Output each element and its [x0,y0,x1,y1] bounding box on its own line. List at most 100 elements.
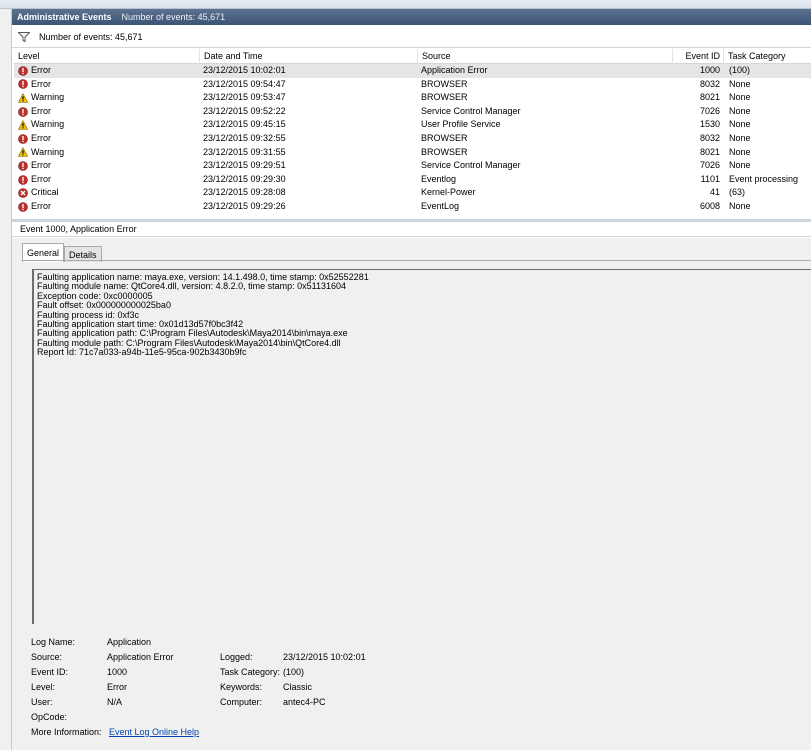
column-header-source[interactable]: Source [418,49,673,64]
view-title: Administrative Events [17,12,112,22]
error-icon [18,79,28,90]
cell-date: 23/12/2015 09:45:15 [203,119,286,130]
cell-task-category: None [729,119,751,130]
cell-event-id: 7026 [699,160,720,171]
cell-event-id: 8032 [699,78,720,89]
cell-source: Service Control Manager [421,105,521,116]
cell-task-category: (63) [729,187,746,198]
event-properties: Log Name: Application Source: Applicatio… [12,636,811,746]
user-label: User: [31,697,53,707]
user-value: N/A [107,697,123,707]
cell-event-id: 7026 [699,105,720,116]
event-description[interactable]: Faulting application name: maya.exe, ver… [32,269,811,624]
cell-source: Eventlog [421,173,457,184]
cell-source: Kernel-Power [421,187,476,198]
column-header-task-category[interactable]: Task Category [724,49,811,64]
cell-task-category: None [729,132,751,143]
column-header-level[interactable]: Level [14,49,200,64]
top-strip [0,0,811,9]
view-title-bar: Administrative Events Number of events: … [12,9,811,25]
level-text: Error [31,65,51,75]
cell-source: BROWSER [421,92,468,103]
error-icon [18,174,28,185]
column-header-event-id[interactable]: Event ID [673,49,724,64]
error-icon [18,133,28,144]
level-text: Critical [31,187,59,198]
cell-source: EventLog [421,200,460,211]
cell-date: 23/12/2015 09:32:55 [203,132,286,143]
log-name-label: Log Name: [31,637,76,647]
warning-icon [17,147,29,157]
table-row[interactable]: Warning 23/12/2015 09:31:55 BROWSER 8021 Non… [14,146,811,160]
table-row[interactable]: Warning 23/12/2015 09:45:15 User Profile S… [14,118,811,132]
level-text: Warning [31,146,65,157]
cell-level: Error [18,132,198,146]
opcode-label: OpCode: [31,712,68,722]
level-label: Level: [31,682,56,692]
cell-level: Error [18,159,198,173]
column-header-date[interactable]: Date and Time [200,49,418,64]
cell-level: Error [18,105,198,119]
warning-icon [17,120,29,130]
cell-event-id: 1000 [699,65,720,75]
filter-bar: Number of events: 45,671 [12,27,811,48]
source-value: Application Error [107,652,174,662]
grid-header: Level Date and Time Source Event ID Task… [14,49,811,64]
computer-value: antec4-PC [283,697,326,707]
table-row[interactable]: Error 23/12/2015 09:29:26 EventLog 6008 None [14,200,811,214]
cell-level: Error [18,78,198,92]
cell-level: Error [18,200,198,214]
cell-source: BROWSER [421,78,468,89]
table-row[interactable]: Error 23/12/2015 09:29:51 Service Control … [14,159,811,173]
cell-date: 23/12/2015 09:28:08 [203,187,286,198]
more-info-label: More Information: [31,727,102,737]
task-category-value: (100) [283,667,305,677]
cell-date: 23/12/2015 10:02:01 [203,65,286,75]
table-row[interactable]: Error 23/12/2015 10:02:01 Application Erro… [14,64,811,78]
error-icon [18,201,28,212]
table-row[interactable]: Error 23/12/2015 09:29:30 Eventlog 1101 Even… [14,173,811,187]
cell-event-id: 8021 [699,92,720,103]
filter-icon[interactable] [18,32,30,42]
keywords-label: Keywords: [220,682,263,692]
log-name-value: Application [107,637,152,647]
description-line: Report Id: 71c7a033-a94b-11e5-95ca-902b3… [37,347,247,358]
cell-level: Error [18,173,198,187]
cell-date: 23/12/2015 09:31:55 [203,146,286,157]
cell-level: Warning [17,118,198,132]
table-row[interactable]: Error 23/12/2015 09:54:47 BROWSER 8032 None [14,78,811,92]
task-category-label: Task Category: [220,667,281,677]
error-icon [18,106,28,117]
computer-label: Computer: [220,697,263,707]
logged-label: Logged: [220,652,253,662]
cell-event-id: 41 [709,187,720,198]
cell-date: 23/12/2015 09:29:51 [203,160,286,171]
table-row[interactable]: Error 23/12/2015 09:52:22 Service Control … [14,105,811,119]
level-text: Error [31,132,51,143]
cell-source: BROWSER [421,132,468,143]
cell-date: 23/12/2015 09:52:22 [203,105,286,116]
event-count: Number of events: 45,671 [121,12,226,22]
description-line: Faulting module name: QtCore4.dll, versi… [37,281,347,292]
event-log-online-help-link[interactable]: Event Log Online Help [109,727,199,737]
error-icon [18,65,28,76]
table-row[interactable]: Warning 23/12/2015 09:53:47 BROWSER 8021 Non… [14,91,811,105]
grid-rows: Error 23/12/2015 10:02:01 Application Erro… [14,64,811,214]
logged-value: 23/12/2015 10:02:01 [283,652,366,662]
table-row[interactable]: Error 23/12/2015 09:32:55 BROWSER 8032 None [14,132,811,146]
cell-date: 23/12/2015 09:29:26 [203,200,286,211]
keywords-value: Classic [283,682,313,692]
cell-level: Warning [17,146,198,160]
cell-date: 23/12/2015 09:54:47 [203,78,286,89]
table-row[interactable]: Critical 23/12/2015 09:28:08 Kernel-Power 4… [14,186,811,200]
level-text: Error [31,105,51,116]
cell-task-category: None [729,105,751,116]
cell-event-id: 1530 [699,119,720,130]
cell-task-category: None [729,146,751,157]
level-value: Error [107,682,127,692]
level-text: Error [31,78,51,89]
cell-source: Service Control Manager [421,160,521,171]
cell-task-category: None [729,160,751,171]
critical-icon [18,188,28,198]
events-grid: Level Date and Time Source Event ID Task… [14,49,811,217]
